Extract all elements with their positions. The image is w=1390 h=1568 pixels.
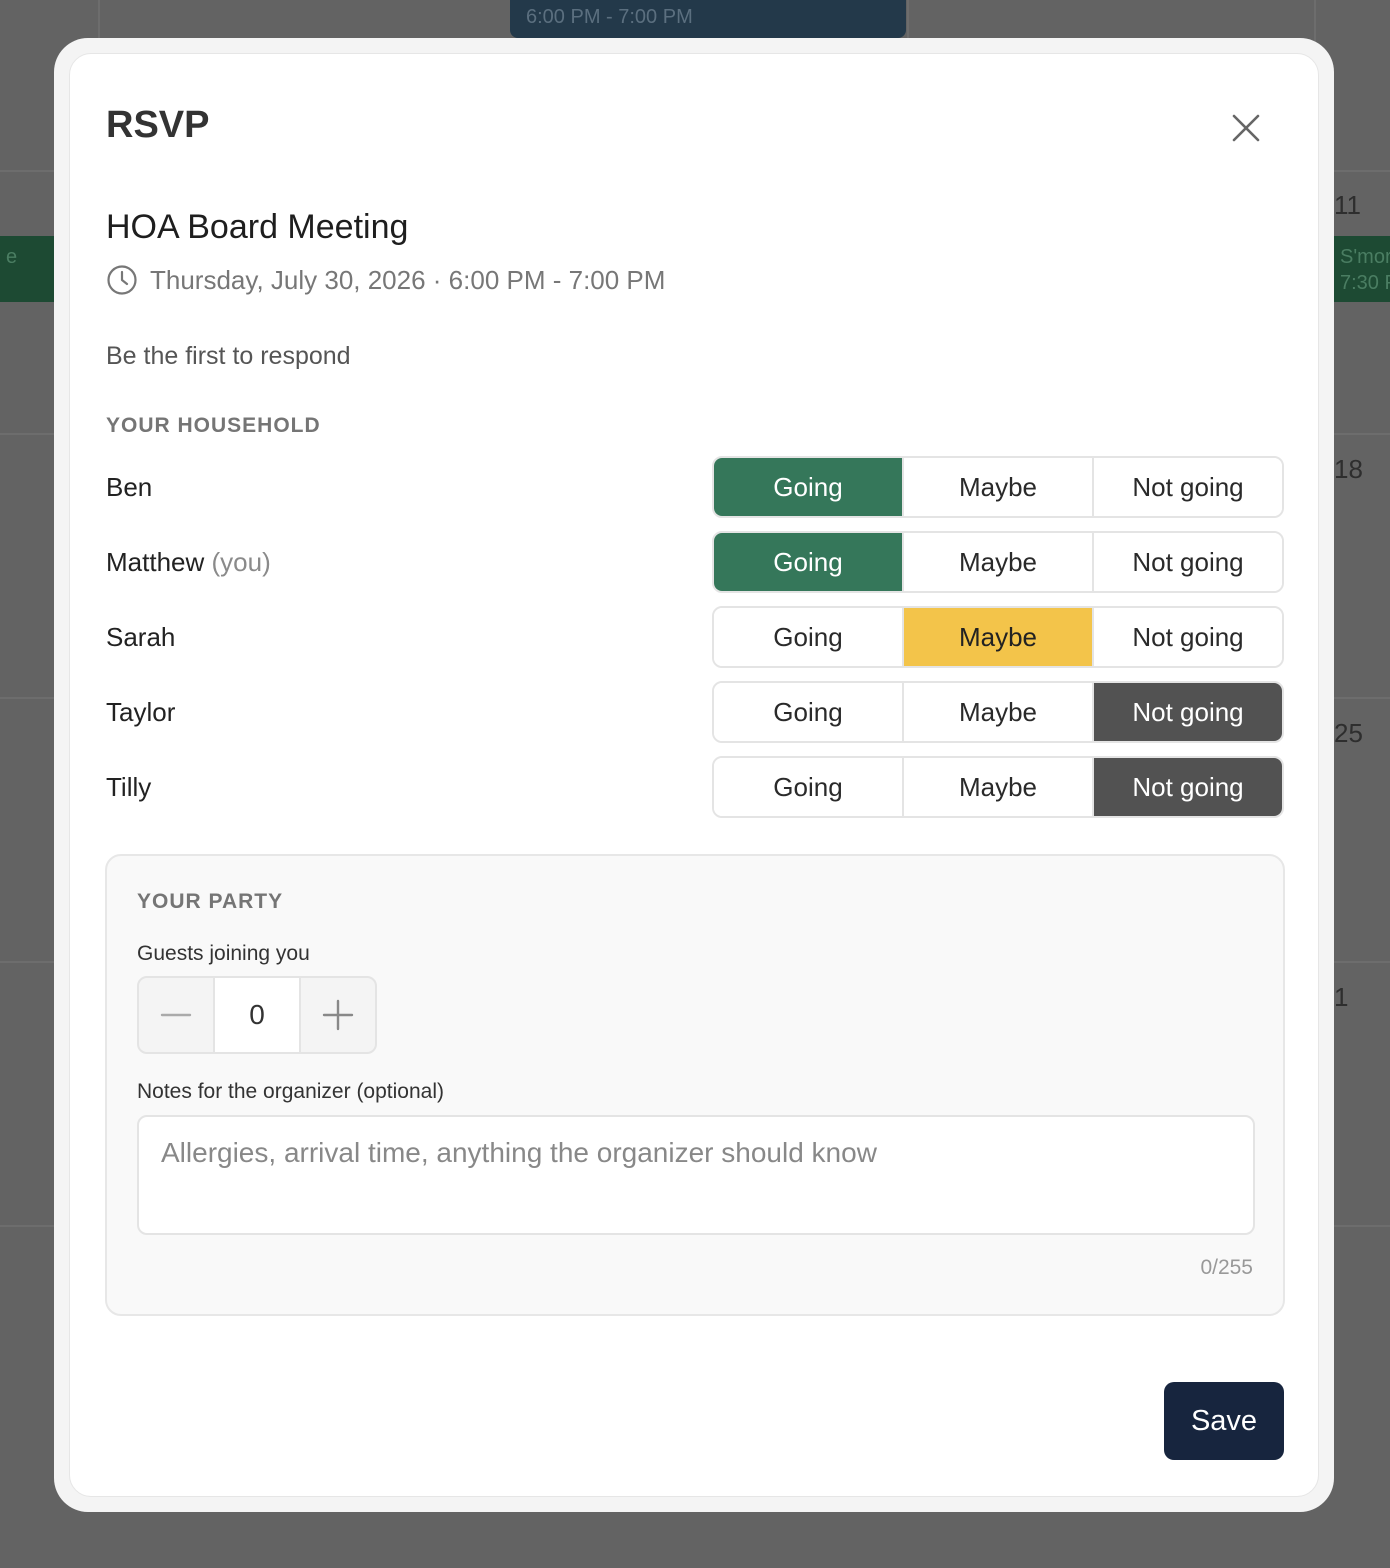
decrement-button[interactable] — [139, 978, 213, 1052]
household-member-row: Sarah Going Maybe Not going — [106, 606, 1284, 668]
household-section-label: YOUR HOUSEHOLD — [106, 414, 321, 437]
background-event: S'mor 7:30 P — [1334, 236, 1390, 302]
plus-icon — [322, 999, 354, 1031]
rsvp-segmented-control: Going Maybe Not going — [712, 756, 1284, 818]
rsvp-going-button[interactable]: Going — [714, 458, 902, 516]
rsvp-going-button[interactable]: Going — [714, 608, 902, 666]
rsvp-not-going-button[interactable]: Not going — [1092, 458, 1282, 516]
notes-textarea[interactable]: Allergies, arrival time, anything the or… — [137, 1115, 1255, 1235]
calendar-day-number: 1 — [1334, 982, 1349, 1012]
guests-count[interactable]: 0 — [213, 978, 301, 1052]
rsvp-segmented-control: Going Maybe Not going — [712, 531, 1284, 593]
household-member-row: Ben Going Maybe Not going — [106, 456, 1284, 518]
party-section: YOUR PARTY Guests joining you 0 Notes fo… — [105, 854, 1285, 1316]
event-datetime: Thursday, July 30, 2026 · 6:00 PM - 7:00… — [106, 264, 665, 296]
rsvp-going-button[interactable]: Going — [714, 758, 902, 816]
household-member-row: Tilly Going Maybe Not going — [106, 756, 1284, 818]
background-event-title: e — [6, 246, 18, 268]
member-name: Ben — [106, 472, 153, 502]
rsvp-segmented-control: Going Maybe Not going — [712, 456, 1284, 518]
close-icon — [1232, 114, 1260, 142]
rsvp-going-button[interactable]: Going — [714, 683, 902, 741]
calendar-day-number: 25 — [1334, 718, 1363, 748]
rsvp-not-going-button[interactable]: Not going — [1092, 683, 1282, 741]
household-member-row: Taylor Going Maybe Not going — [106, 681, 1284, 743]
rsvp-not-going-button[interactable]: Not going — [1092, 533, 1282, 591]
rsvp-maybe-button[interactable]: Maybe — [902, 458, 1092, 516]
rsvp-dialog: RSVP HOA Board Meeting Thursday, July 30… — [69, 53, 1319, 1497]
member-name: Matthew (you) — [106, 547, 271, 577]
close-button[interactable] — [1226, 108, 1266, 148]
calendar-day-number: 18 — [1334, 454, 1363, 484]
rsvp-segmented-control: Going Maybe Not going — [712, 681, 1284, 743]
rsvp-not-going-button[interactable]: Not going — [1092, 608, 1282, 666]
event-title: HOA Board Meeting — [106, 208, 409, 246]
household-member-row: Matthew (you) Going Maybe Not going — [106, 531, 1284, 593]
member-name: Sarah — [106, 622, 176, 652]
background-event: 6:00 PM - 7:00 PM — [510, 0, 906, 38]
guests-stepper: 0 — [137, 976, 377, 1054]
rsvp-maybe-button[interactable]: Maybe — [902, 758, 1092, 816]
rsvp-not-going-button[interactable]: Not going — [1092, 758, 1282, 816]
clock-icon — [107, 265, 137, 295]
guests-label: Guests joining you — [137, 942, 310, 965]
party-section-label: YOUR PARTY — [137, 890, 284, 913]
save-button[interactable]: Save — [1164, 1382, 1284, 1460]
member-name: Taylor — [106, 697, 176, 727]
rsvp-going-button[interactable]: Going — [714, 533, 902, 591]
notes-char-count: 0/255 — [1200, 1256, 1253, 1279]
event-datetime-text: Thursday, July 30, 2026 · 6:00 PM - 7:00… — [150, 264, 666, 295]
background-event: e — [0, 236, 54, 302]
rsvp-maybe-button[interactable]: Maybe — [902, 683, 1092, 741]
minus-icon — [160, 1013, 192, 1017]
rsvp-maybe-button[interactable]: Maybe — [902, 608, 1092, 666]
member-name: Tilly — [106, 772, 152, 802]
background-event-time: 7:30 P — [1340, 272, 1390, 294]
background-event-title: S'mor — [1340, 246, 1390, 268]
responses-summary: Be the first to respond — [106, 342, 351, 370]
background-event-time: 6:00 PM - 7:00 PM — [526, 6, 693, 28]
rsvp-segmented-control: Going Maybe Not going — [712, 606, 1284, 668]
notes-label: Notes for the organizer (optional) — [137, 1080, 444, 1103]
you-indicator: (you) — [211, 547, 271, 577]
calendar-day-number: 11 — [1334, 190, 1361, 220]
increment-button[interactable] — [301, 978, 375, 1052]
dialog-title: RSVP — [106, 104, 210, 146]
rsvp-maybe-button[interactable]: Maybe — [902, 533, 1092, 591]
